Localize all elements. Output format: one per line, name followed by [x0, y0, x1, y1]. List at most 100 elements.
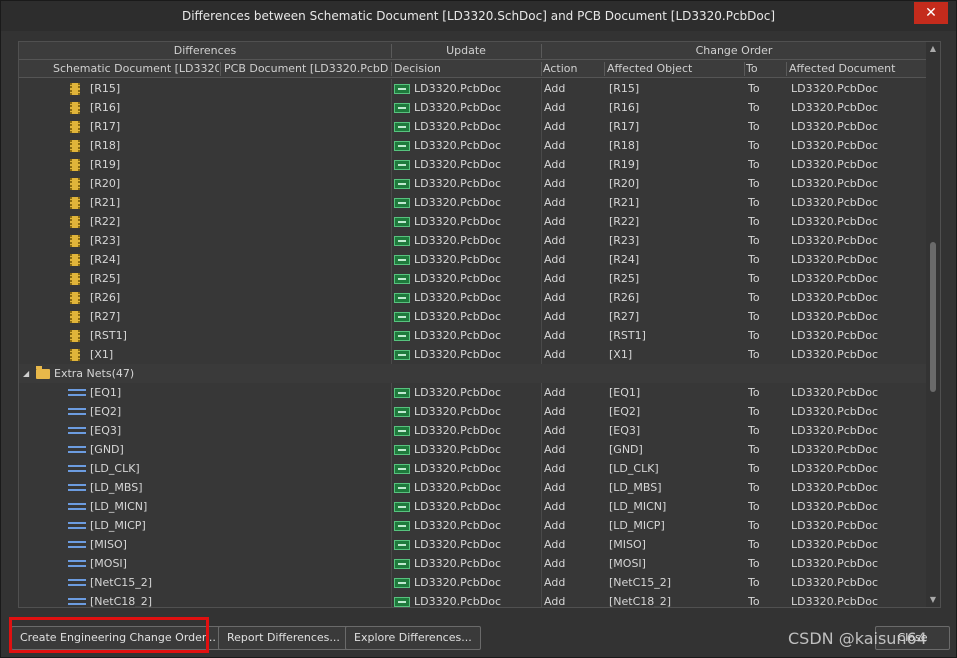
schematic-object: [NetC15_2]: [90, 576, 153, 589]
pcb-document-icon: [394, 122, 410, 132]
decision-cell[interactable]: LD3320.PcbDoc: [414, 269, 539, 288]
table-row[interactable]: [NetC18_2] LD3320.PcbDoc Add [NetC18_2] To LD…: [19, 592, 926, 607]
table-row[interactable]: [X1] LD3320.PcbDoc Add [X1] To LD3320.PcbDoc: [19, 345, 926, 364]
affected-document-cell: LD3320.PcbDoc: [791, 101, 879, 114]
group-row[interactable]: ◢ Extra Nets(47): [19, 364, 926, 383]
decision-cell[interactable]: LD3320.PcbDoc: [414, 535, 539, 554]
window-title: Differences between Schematic Document […: [181, 9, 776, 23]
table-row[interactable]: [LD_MICN] LD3320.PcbDoc Add [LD_MICN] To LD33…: [19, 497, 926, 516]
decision-cell[interactable]: LD3320.PcbDoc: [414, 307, 539, 326]
table-row[interactable]: [R19] LD3320.PcbDoc Add [R19] To LD3320.PcbDo…: [19, 155, 926, 174]
decision-cell[interactable]: LD3320.PcbDoc: [414, 193, 539, 212]
table-row[interactable]: [EQ2] LD3320.PcbDoc Add [EQ2] To LD3320.PcbDo…: [19, 402, 926, 421]
decision-cell[interactable]: LD3320.PcbDoc: [414, 136, 539, 155]
decision-cell[interactable]: LD3320.PcbDoc: [414, 516, 539, 535]
pcb-document-icon: [394, 407, 410, 417]
collapse-arrow-icon[interactable]: ◢: [23, 364, 29, 383]
pcb-document-icon: [394, 426, 410, 436]
differences-rows: [R15] LD3320.PcbDoc Add [R15] To LD3320.PcbDo…: [19, 79, 926, 607]
column-to[interactable]: To: [746, 60, 786, 78]
decision-cell[interactable]: LD3320.PcbDoc: [414, 573, 539, 592]
table-row[interactable]: [EQ3] LD3320.PcbDoc Add [EQ3] To LD3320.PcbDo…: [19, 421, 926, 440]
decision-cell[interactable]: LD3320.PcbDoc: [414, 288, 539, 307]
decision-cell[interactable]: LD3320.PcbDoc: [414, 497, 539, 516]
table-row[interactable]: [R25] LD3320.PcbDoc Add [R25] To LD3320.PcbDo…: [19, 269, 926, 288]
table-row[interactable]: [R16] LD3320.PcbDoc Add [R16] To LD3320.PcbDo…: [19, 98, 926, 117]
component-icon: [70, 349, 80, 361]
report-differences-button[interactable]: Report Differences...: [218, 626, 349, 650]
table-row[interactable]: [R26] LD3320.PcbDoc Add [R26] To LD3320.PcbDo…: [19, 288, 926, 307]
table-row[interactable]: [R24] LD3320.PcbDoc Add [R24] To LD3320.PcbDo…: [19, 250, 926, 269]
net-icon: [68, 483, 86, 493]
component-icon: [70, 254, 80, 266]
scroll-up-icon[interactable]: ▲: [926, 42, 940, 56]
pcb-document-icon: [394, 597, 410, 607]
decision-cell[interactable]: LD3320.PcbDoc: [414, 231, 539, 250]
pcb-document-icon: [394, 312, 410, 322]
table-row[interactable]: [R18] LD3320.PcbDoc Add [R18] To LD3320.PcbDo…: [19, 136, 926, 155]
decision-cell[interactable]: LD3320.PcbDoc: [414, 98, 539, 117]
table-row[interactable]: [R21] LD3320.PcbDoc Add [R21] To LD3320.PcbDo…: [19, 193, 926, 212]
to-cell: To: [748, 576, 760, 589]
column-affected-document[interactable]: Affected Document: [789, 60, 926, 78]
table-row[interactable]: [LD_MBS] LD3320.PcbDoc Add [LD_MBS] To LD3320…: [19, 478, 926, 497]
scroll-down-icon[interactable]: ▼: [926, 593, 940, 607]
header-differences[interactable]: Differences: [19, 42, 391, 60]
decision-cell[interactable]: LD3320.PcbDoc: [414, 402, 539, 421]
affected-document-cell: LD3320.PcbDoc: [791, 557, 879, 570]
decision-cell[interactable]: LD3320.PcbDoc: [414, 554, 539, 573]
table-row[interactable]: [MISO] LD3320.PcbDoc Add [MISO] To LD3320.Pcb…: [19, 535, 926, 554]
vertical-scrollbar[interactable]: ▲ ▼: [926, 42, 940, 607]
column-pcb-document[interactable]: PCB Document [LD3320.PcbDoc]: [224, 60, 389, 78]
table-row[interactable]: [MOSI] LD3320.PcbDoc Add [MOSI] To LD3320.Pcb…: [19, 554, 926, 573]
decision-cell[interactable]: LD3320.PcbDoc: [414, 212, 539, 231]
table-row[interactable]: [R22] LD3320.PcbDoc Add [R22] To LD3320.PcbDo…: [19, 212, 926, 231]
table-row[interactable]: [LD_CLK] LD3320.PcbDoc Add [LD_CLK] To LD3320…: [19, 459, 926, 478]
header-update[interactable]: Update: [392, 42, 540, 60]
table-row[interactable]: [EQ1] LD3320.PcbDoc Add [EQ1] To LD3320.PcbDo…: [19, 383, 926, 402]
table-row[interactable]: [R20] LD3320.PcbDoc Add [R20] To LD3320.PcbDo…: [19, 174, 926, 193]
table-row[interactable]: [R17] LD3320.PcbDoc Add [R17] To LD3320.PcbDo…: [19, 117, 926, 136]
affected-document-cell: LD3320.PcbDoc: [791, 424, 879, 437]
decision-cell[interactable]: LD3320.PcbDoc: [414, 326, 539, 345]
decision-cell[interactable]: LD3320.PcbDoc: [414, 421, 539, 440]
net-icon: [68, 540, 86, 550]
decision-cell[interactable]: LD3320.PcbDoc: [414, 459, 539, 478]
header-change-order[interactable]: Change Order: [542, 42, 926, 60]
close-icon[interactable]: ✕: [914, 2, 948, 24]
action-cell: Add: [544, 424, 566, 437]
decision-cell[interactable]: LD3320.PcbDoc: [414, 478, 539, 497]
to-cell: To: [748, 272, 760, 285]
decision-cell[interactable]: LD3320.PcbDoc: [414, 174, 539, 193]
table-row[interactable]: [NetC15_2] LD3320.PcbDoc Add [NetC15_2] To LD…: [19, 573, 926, 592]
component-icon: [70, 83, 80, 95]
table-row[interactable]: [R27] LD3320.PcbDoc Add [R27] To LD3320.PcbDo…: [19, 307, 926, 326]
decision-cell[interactable]: LD3320.PcbDoc: [414, 155, 539, 174]
schematic-object: [R20]: [90, 177, 121, 190]
column-decision[interactable]: Decision: [394, 60, 539, 78]
to-cell: To: [748, 348, 760, 361]
affected-object-cell: [R23]: [609, 234, 640, 247]
column-affected-object[interactable]: Affected Object: [607, 60, 743, 78]
table-row[interactable]: [R23] LD3320.PcbDoc Add [R23] To LD3320.PcbDo…: [19, 231, 926, 250]
column-action[interactable]: Action: [543, 60, 603, 78]
net-icon: [68, 388, 86, 398]
action-cell: Add: [544, 443, 566, 456]
affected-document-cell: LD3320.PcbDoc: [791, 310, 879, 323]
decision-cell[interactable]: LD3320.PcbDoc: [414, 250, 539, 269]
decision-cell[interactable]: LD3320.PcbDoc: [414, 345, 539, 364]
schematic-object: [R25]: [90, 272, 121, 285]
action-cell: Add: [544, 538, 566, 551]
table-row[interactable]: [GND] LD3320.PcbDoc Add [GND] To LD3320.PcbDo…: [19, 440, 926, 459]
explore-differences-button[interactable]: Explore Differences...: [345, 626, 481, 650]
table-row[interactable]: [R15] LD3320.PcbDoc Add [R15] To LD3320.PcbDo…: [19, 79, 926, 98]
decision-cell[interactable]: LD3320.PcbDoc: [414, 383, 539, 402]
decision-cell[interactable]: LD3320.PcbDoc: [414, 440, 539, 459]
decision-cell[interactable]: LD3320.PcbDoc: [414, 79, 539, 98]
decision-cell[interactable]: LD3320.PcbDoc: [414, 117, 539, 136]
table-row[interactable]: [RST1] LD3320.PcbDoc Add [RST1] To LD3320.Pcb…: [19, 326, 926, 345]
scroll-thumb[interactable]: [930, 242, 936, 392]
table-row[interactable]: [LD_MICP] LD3320.PcbDoc Add [LD_MICP] To LD33…: [19, 516, 926, 535]
decision-cell[interactable]: LD3320.PcbDoc: [414, 592, 539, 607]
column-schematic-document[interactable]: Schematic Document [LD3320.SchDoc]: [53, 60, 219, 78]
